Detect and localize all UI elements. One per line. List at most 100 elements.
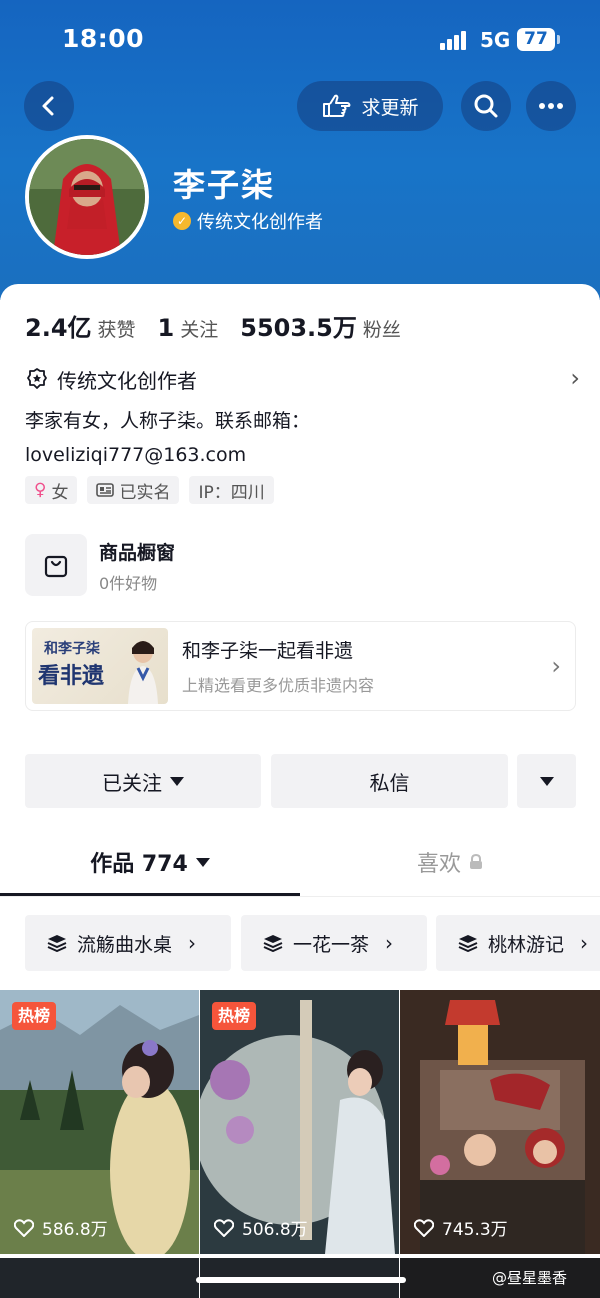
collection-chip[interactable]: 桃林游记 › [436, 915, 600, 971]
battery-icon: 77 [517, 28, 560, 51]
bio-line-1: 李家有女，人称子柒。联系邮箱： [25, 410, 311, 432]
pointing-hand-icon [323, 94, 351, 117]
promo-title: 和李子柒一起看非遗 [182, 640, 354, 662]
real-name-tag: 已实名 [87, 476, 180, 504]
profile-name: 李子柒 [173, 166, 276, 204]
search-icon [474, 94, 498, 118]
promo-thumb-small-text: 和李子柒 [44, 641, 100, 657]
likes-label: 获赞 [97, 319, 136, 341]
chevron-right-icon: › [580, 931, 589, 955]
signal-icon [440, 30, 470, 50]
bio: 李家有女，人称子柒。联系邮箱： loveliziqi777@163.com [25, 404, 575, 472]
heart-icon [214, 1218, 234, 1237]
female-icon: ♀ [34, 480, 47, 500]
layers-icon [263, 935, 283, 952]
avatar[interactable] [25, 135, 149, 259]
followed-label: 已关注 [102, 770, 162, 795]
more-button[interactable] [526, 81, 576, 131]
followed-button[interactable]: 已关注 [25, 754, 261, 808]
video-likes: 745.3万 [414, 1215, 508, 1240]
tab-likes-label: 喜欢 [416, 852, 461, 877]
collection-label: 桃林游记 [488, 933, 565, 956]
action-buttons: 已关注 私信 [25, 754, 576, 808]
search-button[interactable] [461, 81, 511, 131]
gender-label: 女 [51, 482, 69, 503]
followers-count[interactable]: 5503.5万 [240, 308, 357, 343]
collection-chip[interactable]: 一花一茶 › [241, 915, 427, 971]
caret-down-icon [539, 776, 554, 786]
hot-badge: 热榜 [212, 1002, 257, 1030]
ip-label: IP：四川 [198, 482, 265, 503]
status-time: 18:00 [62, 24, 145, 53]
promo-thumb-big-text: 看非遗 [38, 664, 105, 689]
chevron-right-icon: › [551, 652, 561, 680]
medal-icon [27, 368, 47, 389]
tab-works-label: 作品 774 [90, 852, 188, 877]
profile-tags: ♀ 女 已实名 IP：四川 [25, 476, 274, 504]
bio-line-2: loveliziqi777@163.com [25, 444, 247, 466]
collection-label: 流觞曲水桌 [77, 933, 173, 956]
video-tile[interactable]: 热榜 506.8万 [200, 990, 399, 1254]
profile-stats: 2.4亿 获赞 1 关注 5503.5万 粉丝 [25, 308, 423, 343]
verified-title-label: 传统文化创作者 [197, 212, 323, 233]
tab-likes[interactable]: 喜欢 [300, 829, 600, 895]
video-likes-count: 745.3万 [442, 1220, 508, 1240]
gender-tag: ♀ 女 [25, 476, 78, 504]
caret-down-icon [170, 776, 184, 786]
back-button[interactable] [24, 81, 74, 131]
video-likes-count: 586.8万 [42, 1220, 108, 1240]
promo-thumbnail: 和李子柒 看非遗 [32, 628, 168, 704]
active-tab-indicator [0, 893, 300, 896]
collection-label: 一花一茶 [293, 933, 370, 956]
heart-icon [14, 1218, 34, 1237]
profile-page: 18:00 5G 77 求更新 李子柒 ✓ 传统文化创作者 2.4亿 获赞 1 … [0, 0, 600, 1298]
content-tabs: 作品 774 喜欢 [0, 829, 600, 897]
shop-window[interactable]: 商品橱窗 0件好物 [25, 534, 425, 598]
layers-icon [47, 935, 67, 952]
profile-card: 2.4亿 获赞 1 关注 5503.5万 粉丝 传统文化创作者 › 李家有女，人… [0, 284, 600, 1298]
chevron-right-icon: › [570, 364, 580, 392]
tab-works[interactable]: 作品 774 [0, 829, 300, 895]
heritage-promo-card[interactable]: 和李子柒 看非遗 和李子柒一起看非遗 上精选看更多优质非遗内容 › [25, 621, 576, 711]
video-tile[interactable] [0, 1258, 199, 1298]
message-button[interactable]: 私信 [271, 754, 508, 808]
home-indicator[interactable] [196, 1277, 406, 1283]
caret-down-icon [195, 857, 210, 867]
collection-chip[interactable]: 流觞曲水桌 › [25, 915, 231, 971]
shop-subtitle: 0件好物 [99, 574, 158, 593]
request-update-button[interactable]: 求更新 [297, 81, 443, 131]
lock-icon [470, 854, 482, 869]
collection-chips: 流觞曲水桌 › 一花一茶 › 桃林游记 › [25, 915, 600, 971]
verified-check-icon: ✓ [173, 212, 191, 230]
video-likes: 586.8万 [14, 1215, 108, 1240]
profile-header: 18:00 5G 77 求更新 李子柒 ✓ 传统文化创作者 [0, 0, 600, 300]
hot-badge: 热榜 [12, 1002, 57, 1030]
likes-count: 2.4亿 [25, 314, 92, 342]
chevron-left-icon [42, 96, 54, 116]
chevron-right-icon: › [385, 931, 394, 955]
certification-label: 传统文化创作者 [57, 368, 197, 393]
ip-tag: IP：四川 [189, 476, 274, 504]
shop-title: 商品橱窗 [99, 542, 176, 564]
network-label: 5G [480, 28, 511, 52]
promo-person-image [128, 641, 158, 704]
chevron-right-icon: › [188, 931, 197, 955]
following-count[interactable]: 1 [158, 314, 175, 342]
status-bar: 18:00 5G 77 [0, 0, 600, 80]
followers-label[interactable]: 粉丝 [363, 315, 401, 342]
request-update-label: 求更新 [361, 96, 419, 119]
video-grid: 热榜 586.8万 热榜 506.8万 745.3万 [0, 990, 600, 1298]
video-tile[interactable]: 热榜 586.8万 [0, 990, 199, 1254]
layers-icon [458, 935, 478, 952]
verified-title: ✓ 传统文化创作者 [173, 208, 323, 234]
video-likes-count: 506.8万 [242, 1220, 308, 1240]
certification-row[interactable]: 传统文化创作者 › [25, 364, 580, 394]
video-tile[interactable]: 745.3万 [400, 990, 600, 1254]
real-name-label: 已实名 [119, 482, 171, 503]
promo-subtitle: 上精选看更多优质非遗内容 [182, 676, 375, 695]
following-label[interactable]: 关注 [180, 315, 218, 342]
watermark-text: @昼星墨香 [492, 1269, 568, 1287]
id-card-icon [96, 483, 115, 497]
heart-icon [414, 1218, 434, 1237]
more-options-button[interactable] [517, 754, 576, 808]
